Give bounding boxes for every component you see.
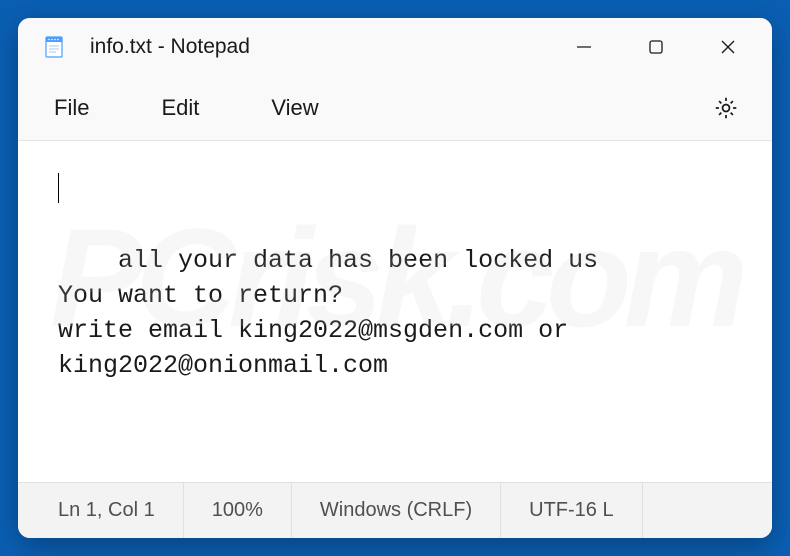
menubar: File Edit View (18, 76, 772, 140)
status-zoom[interactable]: 100% (184, 483, 292, 538)
minimize-icon (575, 38, 593, 56)
gear-icon (713, 95, 739, 121)
text-caret (58, 173, 59, 203)
editor-content: all your data has been locked us You wan… (58, 246, 598, 380)
window-controls (548, 18, 764, 76)
statusbar: Ln 1, Col 1 100% Windows (CRLF) UTF-16 L (18, 482, 772, 538)
titlebar: info.txt - Notepad (18, 18, 772, 76)
status-position[interactable]: Ln 1, Col 1 (18, 483, 184, 538)
status-encoding[interactable]: UTF-16 L (501, 483, 642, 538)
close-button[interactable] (692, 18, 764, 76)
window-title: info.txt - Notepad (90, 35, 548, 59)
close-icon (719, 38, 737, 56)
menu-edit[interactable]: Edit (149, 89, 211, 127)
notepad-window: info.txt - Notepad File Edit Vi (18, 18, 772, 538)
text-editor[interactable]: all your data has been locked us You wan… (18, 140, 772, 482)
maximize-icon (647, 38, 665, 56)
menu-view[interactable]: View (259, 89, 330, 127)
menu-file[interactable]: File (42, 89, 101, 127)
maximize-button[interactable] (620, 18, 692, 76)
minimize-button[interactable] (548, 18, 620, 76)
status-lineending[interactable]: Windows (CRLF) (292, 483, 501, 538)
notepad-icon (42, 35, 66, 59)
settings-button[interactable] (704, 86, 748, 130)
